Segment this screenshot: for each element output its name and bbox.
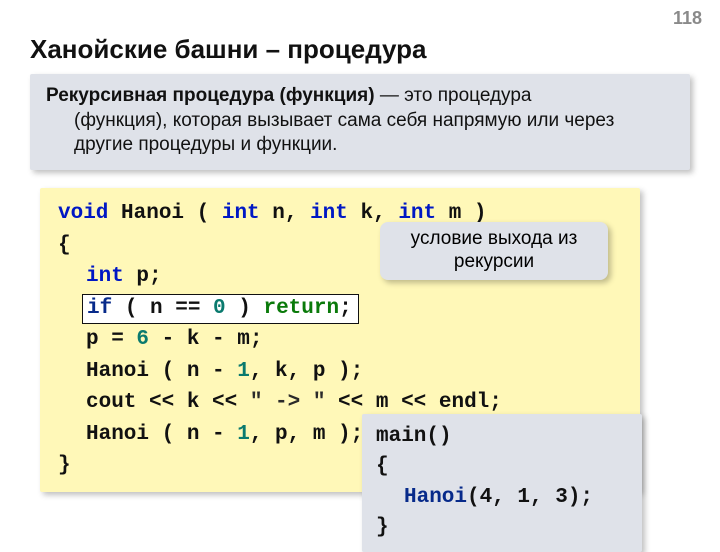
main-line-4: }	[376, 513, 628, 543]
definition-text-2: (функция), которая вызывает сама себя на…	[46, 109, 674, 158]
page-number: 118	[673, 8, 702, 29]
code-box-main: main() { Hanoi(4, 1, 3); }	[362, 414, 642, 552]
main-line-3: Hanoi(4, 1, 3);	[376, 483, 628, 513]
code-line-4: if ( n == 0 ) return;	[58, 293, 626, 325]
main-line-2: {	[376, 452, 628, 482]
definition-term: Рекурсивная процедура (функция)	[46, 85, 375, 106]
code-line-5: p = 6 - k - m;	[58, 324, 626, 356]
callout-exit-condition: условие выхода из рекурсии	[380, 222, 608, 280]
recursion-exit-highlight: if ( n == 0 ) return;	[82, 294, 359, 324]
code-line-6: Hanoi ( n - 1, k, p );	[58, 356, 626, 388]
main-line-1: main()	[376, 422, 628, 452]
slide-title: Ханойские башни – процедура	[30, 34, 427, 65]
definition-box: Рекурсивная процедура (функция) — это пр…	[30, 74, 690, 170]
definition-text-1: — это процедура	[375, 85, 532, 106]
